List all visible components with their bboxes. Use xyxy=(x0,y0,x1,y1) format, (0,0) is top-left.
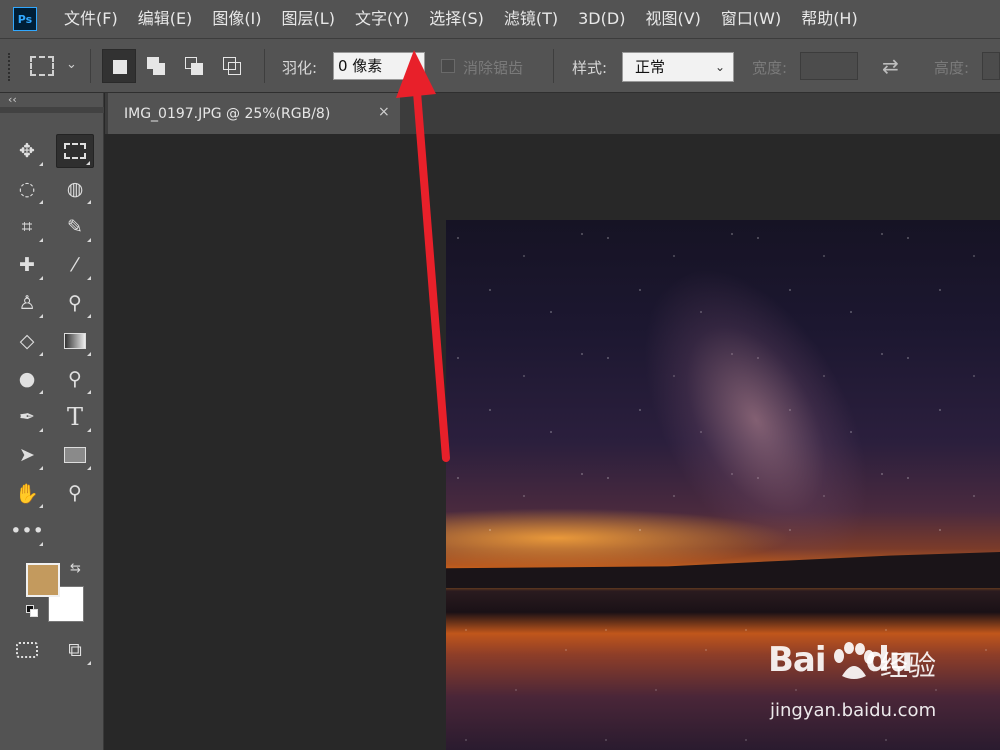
gradient-tool-icon[interactable] xyxy=(56,324,94,358)
hand-tool-icon[interactable]: ✋ xyxy=(8,476,46,510)
width-label: 宽度: xyxy=(752,59,788,77)
paw-icon xyxy=(834,642,874,679)
image-horizon xyxy=(446,552,1000,588)
new-selection-icon xyxy=(113,60,127,74)
menu-help[interactable]: 帮助(H) xyxy=(791,0,868,38)
preset-chevron-down-icon[interactable]: ⌄ xyxy=(66,57,77,72)
watermark-url: jingyan.baidu.com xyxy=(770,700,937,721)
subtract-selection-button[interactable] xyxy=(177,49,211,83)
clone-stamp-tool-icon[interactable]: ♙ xyxy=(8,286,46,320)
menu-3d[interactable]: 3D(D) xyxy=(568,0,635,38)
eraser-tool-icon[interactable]: ◇ xyxy=(8,324,46,358)
divider xyxy=(264,49,265,83)
eyedropper-tool-icon[interactable]: ✎ xyxy=(56,210,94,244)
feather-label: 羽化: xyxy=(282,59,318,77)
brush-tool-icon[interactable]: ⁄ xyxy=(56,248,94,282)
add-selection-button[interactable] xyxy=(139,49,173,83)
style-label: 样式: xyxy=(572,59,608,77)
screen-mode-icon[interactable]: ⧉ xyxy=(56,633,94,667)
more-tools-icon[interactable]: ••• xyxy=(8,514,46,548)
menu-image[interactable]: 图像(I) xyxy=(202,0,271,38)
type-tool-icon[interactable]: T xyxy=(56,400,94,434)
history-brush-tool-icon[interactable]: ⚲ xyxy=(56,286,94,320)
menu-type[interactable]: 文字(Y) xyxy=(345,0,419,38)
options-bar: ⌄ 羽化: 0 像素 消除锯齿 样式: 正常 ⌄ 宽度: ⇄ 高度: xyxy=(0,38,1000,93)
rectangle-tool-icon[interactable] xyxy=(56,438,94,472)
menu-view[interactable]: 视图(V) xyxy=(635,0,710,38)
document-tab-title: IMG_0197.JPG @ 25%(RGB/8) xyxy=(124,105,331,122)
divider xyxy=(553,49,554,83)
document-tab[interactable]: IMG_0197.JPG @ 25%(RGB/8) × xyxy=(108,93,400,134)
quick-mask-icon[interactable] xyxy=(8,633,46,667)
height-input[interactable] xyxy=(982,52,1000,80)
menu-bar: Ps 文件(F) 编辑(E) 图像(I) 图层(L) 文字(Y) 选择(S) 滤… xyxy=(0,0,1000,38)
crop-tool-icon[interactable]: ⌗ xyxy=(8,210,46,244)
antialias-checkbox[interactable] xyxy=(441,59,455,73)
menu-file[interactable]: 文件(F) xyxy=(54,0,128,38)
new-selection-button[interactable] xyxy=(102,49,136,83)
foreground-color-swatch[interactable] xyxy=(26,563,60,597)
menu-edit[interactable]: 编辑(E) xyxy=(128,0,203,38)
rect-marquee-tool-icon[interactable] xyxy=(56,134,94,168)
baidu-watermark: Bai du 经验 jingyan.baidu.com xyxy=(768,640,988,730)
ps-logo-icon[interactable]: Ps xyxy=(13,7,37,31)
lasso-tool-icon[interactable]: ◌ xyxy=(8,172,46,206)
default-colors-icon[interactable] xyxy=(26,605,38,617)
menu-layer[interactable]: 图层(L) xyxy=(272,0,345,38)
intersect-selection-button[interactable] xyxy=(215,49,249,83)
feather-input[interactable]: 0 像素 xyxy=(333,52,425,80)
height-label: 高度: xyxy=(934,59,970,77)
healing-brush-tool-icon[interactable]: ✚ xyxy=(8,248,46,282)
marquee-preset-icon[interactable] xyxy=(30,56,54,76)
swap-colors-icon[interactable]: ⇆ xyxy=(70,561,81,576)
zoom-tool-icon[interactable]: ⚲ xyxy=(56,476,94,510)
divider xyxy=(90,49,91,83)
close-icon[interactable]: × xyxy=(378,104,390,120)
chevron-down-icon: ⌄ xyxy=(714,60,725,74)
panel-header[interactable] xyxy=(0,107,104,113)
antialias-label: 消除锯齿 xyxy=(463,59,524,77)
menu-filter[interactable]: 滤镜(T) xyxy=(494,0,568,38)
width-input[interactable] xyxy=(800,52,858,80)
tools-panel: ‹‹ ✥ ◌ ◍ ⌗ ✎ ✚ ⁄ ♙ ⚲ ◇ ● ⚲ ✒ T ➤ ✋ ⚲ •••… xyxy=(0,93,104,750)
style-value: 正常 xyxy=(635,58,666,76)
photoshop-window: Ps 文件(F) 编辑(E) 图像(I) 图层(L) 文字(Y) 选择(S) 滤… xyxy=(0,0,1000,750)
menu-select[interactable]: 选择(S) xyxy=(419,0,494,38)
collapse-panel-icon[interactable]: ‹‹ xyxy=(8,93,17,106)
pen-tool-icon[interactable]: ✒ xyxy=(8,400,46,434)
menu-window[interactable]: 窗口(W) xyxy=(711,0,791,38)
path-select-tool-icon[interactable]: ➤ xyxy=(8,438,46,472)
swap-dimensions-icon[interactable]: ⇄ xyxy=(882,54,899,78)
blur-tool-icon[interactable]: ● xyxy=(8,362,46,396)
quick-select-tool-icon[interactable]: ◍ xyxy=(56,172,94,206)
options-grip[interactable] xyxy=(8,53,11,81)
dodge-tool-icon[interactable]: ⚲ xyxy=(56,362,94,396)
move-tool-icon[interactable]: ✥ xyxy=(8,134,46,168)
document-tab-bar: IMG_0197.JPG @ 25%(RGB/8) × xyxy=(105,93,1000,134)
watermark-cn: 经验 xyxy=(880,649,937,682)
style-select[interactable]: 正常 ⌄ xyxy=(622,52,734,82)
